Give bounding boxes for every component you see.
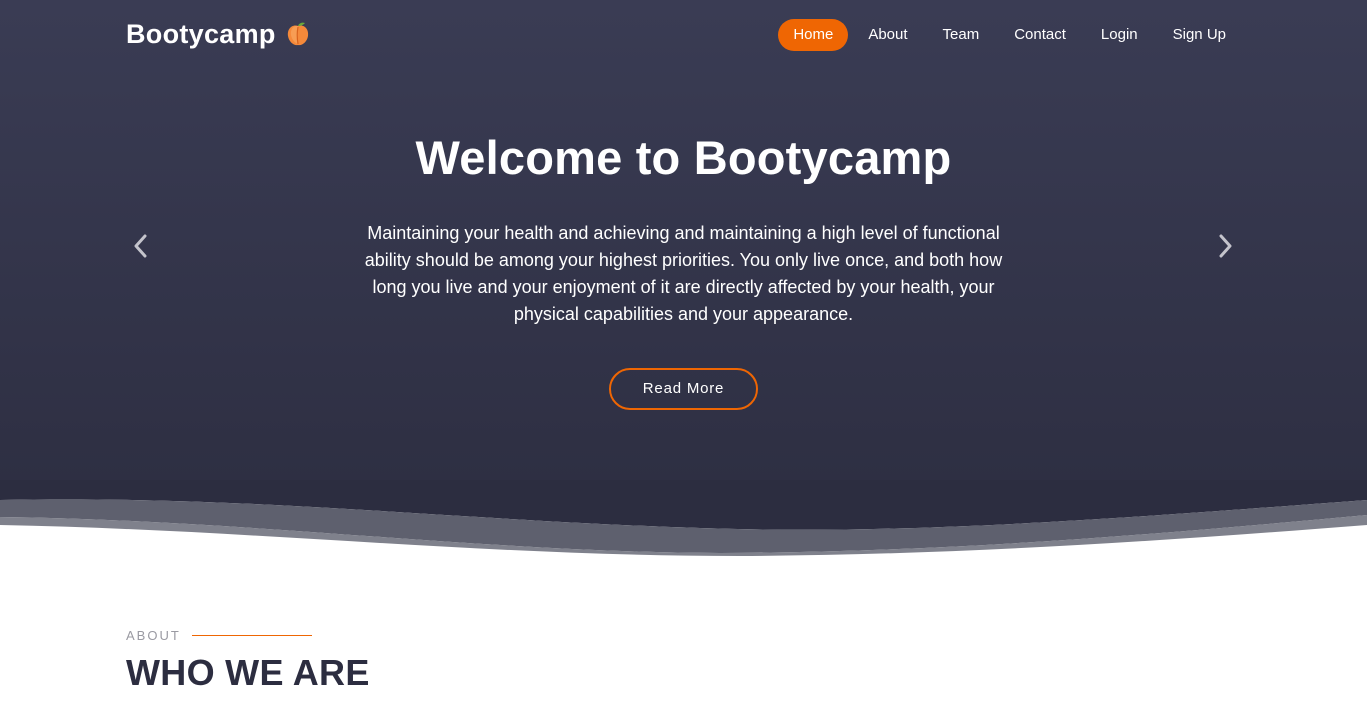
hero-description: Maintaining your health and achieving an… [364,223,1003,324]
nav-login[interactable]: Login [1086,19,1153,51]
nav-about[interactable]: About [853,19,922,51]
nav-home[interactable]: Home [778,19,849,51]
read-more-button[interactable]: Read More [609,368,758,410]
chevron-left-icon [134,234,147,258]
about-section-label: ABOUT [126,628,312,643]
hero-section: Bootycamp Home About Team Contact Login … [0,0,1367,560]
about-label-text: ABOUT [126,628,181,643]
nav-team[interactable]: Team [928,19,995,51]
chevron-right-icon [1219,234,1232,258]
nav-contact[interactable]: Contact [999,19,1081,51]
carousel-next-button[interactable] [1208,228,1244,264]
hero-wave-divider [0,480,1367,560]
about-section-title: WHO WE ARE [126,652,370,693]
hero-title: Welcome to Bootycamp [415,131,952,184]
brand-name: Bootycamp [126,18,276,49]
label-divider-line [191,635,312,636]
brand-logo[interactable]: Bootycamp [126,16,312,52]
main-nav: Home About Team Contact Login Sign Up [773,19,1241,51]
peach-icon [284,20,312,48]
carousel-prev-button[interactable] [122,228,158,264]
nav-signup[interactable]: Sign Up [1158,19,1241,51]
